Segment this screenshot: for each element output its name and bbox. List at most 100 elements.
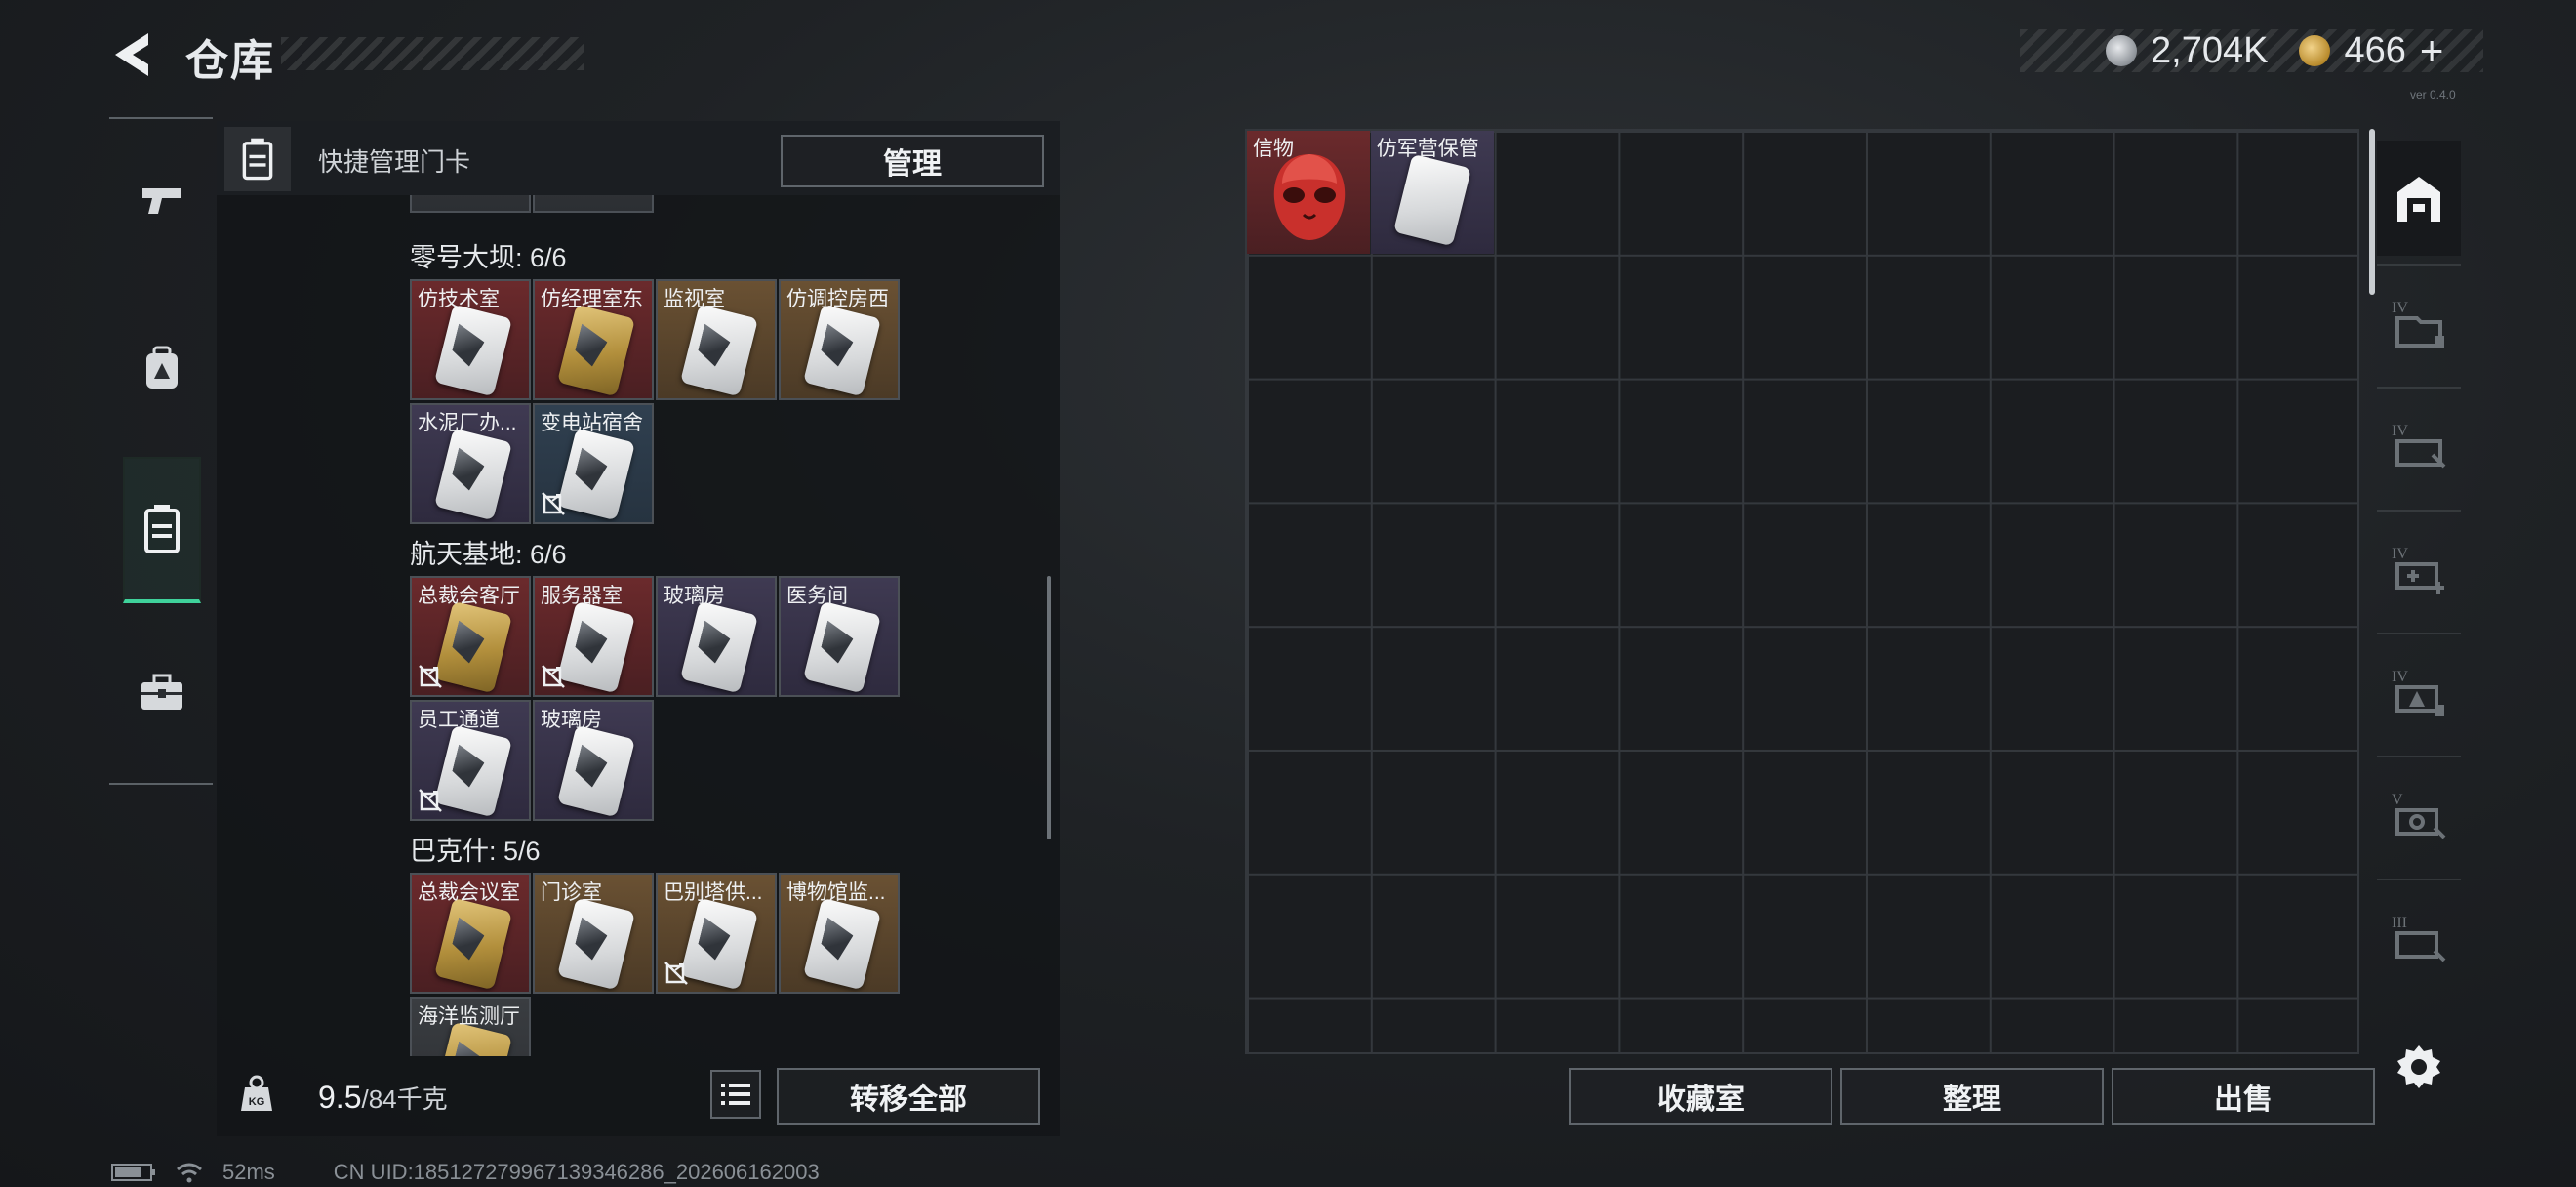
keycard-tile[interactable] xyxy=(533,195,654,213)
keycard-tile[interactable]: 门诊室 xyxy=(533,873,654,994)
keycard-name: 博物馆监... xyxy=(786,881,886,904)
manage-button[interactable]: 管理 xyxy=(781,135,1044,187)
container-tab-2[interactable]: IV xyxy=(2377,387,2461,504)
keycard-icon xyxy=(803,600,881,694)
storage-item-keycard[interactable]: 仿军营保管 xyxy=(1370,131,1494,254)
keycard-tile[interactable]: 服务器室 xyxy=(533,576,654,697)
keycard-name: 门诊室 xyxy=(541,881,602,904)
transfer-all-button[interactable]: 转移全部 xyxy=(777,1068,1040,1125)
keycard-name: 员工通道 xyxy=(418,709,500,731)
version-label: ver 0.4.0 xyxy=(2410,88,2456,102)
keycard-tile[interactable]: 海洋监测厅 xyxy=(410,997,531,1056)
keycard-list[interactable]: 零号大坝: 6/6 仿技术室 仿经理室东 监视室 仿调控房西水泥厂办... 变电站宿舍航天… xyxy=(217,195,1052,1056)
gear-icon xyxy=(2397,1045,2440,1088)
quick-manage-label: 快捷管理门卡 xyxy=(318,147,471,177)
keycard-tile[interactable]: 仿调控房西 xyxy=(779,279,900,400)
nav-armor[interactable] xyxy=(123,295,201,441)
silver-amount: 2,704K xyxy=(2151,29,2269,71)
svg-text:III: III xyxy=(2392,915,2407,931)
keycard-name: 服务器室 xyxy=(541,585,623,607)
no-extract-icon xyxy=(664,962,688,985)
keycard-icon xyxy=(803,304,881,397)
keycard-name: 水泥厂办... xyxy=(418,412,517,434)
keycard-name: 总裁会客厅 xyxy=(418,585,520,607)
page-title: 仓库 xyxy=(185,37,275,85)
keycard-icon xyxy=(434,897,512,991)
container-tab-5[interactable]: V xyxy=(2377,756,2461,873)
title-stripe xyxy=(281,37,584,70)
ping-value: 52ms xyxy=(222,1160,275,1184)
nav-weapon[interactable] xyxy=(123,127,201,273)
keycard-name: 变电站宿舍 xyxy=(541,412,643,434)
keycard-icon xyxy=(557,304,635,397)
add-currency-button[interactable]: + xyxy=(2420,27,2444,74)
container-tab-3[interactable]: IV xyxy=(2377,510,2461,627)
svg-text:IV: IV xyxy=(2392,300,2408,316)
container-v-icon: V xyxy=(2392,792,2446,839)
settings-button[interactable] xyxy=(2377,1009,2461,1125)
svg-text:IV: IV xyxy=(2392,546,2408,562)
keycard-tile[interactable]: 仿经理室东 xyxy=(533,279,654,400)
storage-home-icon xyxy=(2397,177,2440,222)
container-iii-icon: III xyxy=(2392,915,2446,962)
storage-home-tab[interactable] xyxy=(2377,141,2461,256)
back-arrow-icon[interactable] xyxy=(105,27,160,82)
keycard-icon xyxy=(434,600,512,694)
organize-button[interactable]: 整理 xyxy=(1840,1068,2104,1125)
category-nav xyxy=(109,117,213,785)
keycard-list-scrollbar[interactable] xyxy=(1047,576,1051,839)
pistol-icon xyxy=(142,188,181,214)
storage-grid[interactable]: 信物 仿军营保管 xyxy=(1245,129,2359,1054)
silver-coin-icon xyxy=(2106,35,2137,66)
sell-button[interactable]: 出售 xyxy=(2112,1068,2375,1125)
storage-item-name: 信物 xyxy=(1253,138,1294,160)
keycard-icon xyxy=(434,304,512,397)
keycard-tile[interactable]: 玻璃房 xyxy=(533,700,654,821)
container-iv-4-icon: IV xyxy=(2392,669,2444,716)
backpack-weight: 9.5/84千克 xyxy=(318,1080,448,1116)
keycard-tile[interactable]: 玻璃房 xyxy=(656,576,777,697)
collection-room-button[interactable]: 收藏室 xyxy=(1569,1068,1832,1125)
container-tab-6[interactable]: III xyxy=(2377,879,2461,996)
keycard-icon xyxy=(680,600,758,694)
red-mask-icon xyxy=(1273,154,1346,240)
no-extract-icon xyxy=(542,492,565,515)
keycard-name: 仿调控房西 xyxy=(786,288,889,310)
keycard-tile[interactable]: 巴别塔供... xyxy=(656,873,777,994)
list-view-button[interactable] xyxy=(710,1070,761,1119)
keycard-icon xyxy=(680,304,758,397)
keycard-icon xyxy=(557,600,635,694)
no-extract-icon xyxy=(542,665,565,688)
storage-item-token[interactable]: 信物 xyxy=(1247,131,1370,254)
keycard-icon xyxy=(557,724,635,818)
svg-text:KG: KG xyxy=(249,1096,265,1108)
keycard-tile[interactable]: 员工通道 xyxy=(410,700,531,821)
keycard-name: 总裁会议室 xyxy=(418,881,520,904)
no-extract-icon xyxy=(419,789,442,812)
currency-bar[interactable]: 2,704K 466 + xyxy=(2020,27,2483,74)
keycard-tile[interactable]: 总裁会议室 xyxy=(410,873,531,994)
container-iv-2-icon: IV xyxy=(2392,423,2446,469)
map-section-header: 航天基地: 6/6 xyxy=(410,540,567,569)
keycard-name: 巴别塔供... xyxy=(664,881,763,904)
keycard-tile[interactable]: 医务间 xyxy=(779,576,900,697)
no-extract-icon xyxy=(419,665,442,688)
keycard-tile[interactable]: 监视室 xyxy=(656,279,777,400)
nav-toolbox[interactable] xyxy=(123,619,201,765)
nav-keycard[interactable] xyxy=(123,457,201,603)
list-icon xyxy=(721,1084,750,1105)
keycard-name: 玻璃房 xyxy=(541,709,602,731)
keycard-tile[interactable]: 变电站宿舍 xyxy=(533,403,654,524)
keycard-tile[interactable]: 博物馆监... xyxy=(779,873,900,994)
container-tab-1[interactable]: IV xyxy=(2377,264,2461,381)
keycard-tile[interactable] xyxy=(410,195,531,213)
svg-text:IV: IV xyxy=(2392,669,2408,685)
keycard-tile[interactable]: 仿技术室 xyxy=(410,279,531,400)
keycard-tile[interactable]: 水泥厂办... xyxy=(410,403,531,524)
keycard-icon xyxy=(1392,153,1471,247)
keycard-tile[interactable]: 总裁会客厅 xyxy=(410,576,531,697)
storage-scrollbar[interactable] xyxy=(2369,129,2375,295)
container-tab-4[interactable]: IV xyxy=(2377,633,2461,750)
map-section-header: 零号大坝: 6/6 xyxy=(410,243,567,272)
status-bar: 52ms CN UID:185127279967139346286_202606… xyxy=(111,1160,820,1185)
